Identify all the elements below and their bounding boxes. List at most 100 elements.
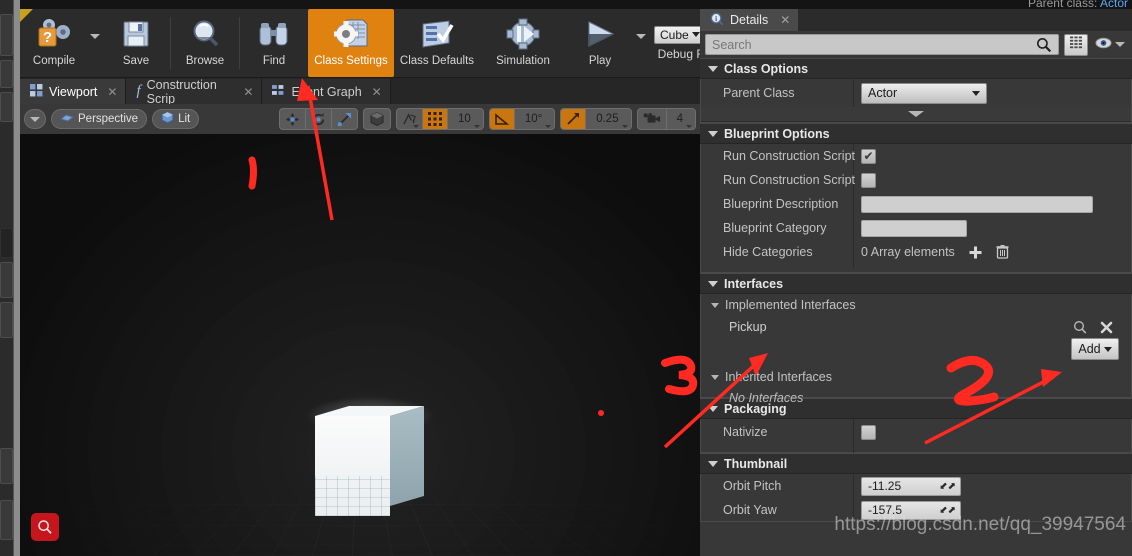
spinner-icon[interactable]: ⬋⬈ [939,505,956,516]
section-class-options-title: Class Options [724,61,809,76]
world-space-cube-icon[interactable] [364,109,390,129]
event-graph-icon [272,84,285,100]
add-interface-button[interactable]: Add [1071,338,1119,360]
close-icon[interactable]: ✕ [107,85,117,99]
expand-triangle-icon [711,374,719,380]
tab-construction-script[interactable]: f Construction Scrip ✕ [126,79,263,104]
class-defaults-button[interactable]: Class Defaults [394,9,480,77]
graph-tab-bar: Viewport ✕ f Construction Scrip ✕ Event … [20,78,700,104]
camera-speed-value[interactable]: 4 [667,109,695,129]
class-options-expander[interactable] [701,107,1131,122]
browse-button-label: Browse [185,55,225,67]
trash-icon[interactable] [996,245,1009,259]
rail-stub[interactable] [0,500,13,540]
rail-stub[interactable] [0,60,13,88]
move-tool-icon[interactable] [280,109,307,129]
details-search-box[interactable] [705,34,1059,55]
row-nativize: Nativize [701,419,1131,445]
details-panel: i Details ✕ Search Class Options Parent … [700,9,1132,556]
view-mode-button[interactable]: Lit [152,109,200,129]
run-construction-script-instance-checkbox[interactable] [861,172,876,188]
lit-cube-icon [161,111,174,127]
scale-snap-value[interactable]: 0.25 [586,109,630,129]
toolbar-group-class: Class Settings Class Defaults [308,9,480,77]
chevron-down-icon [1115,42,1125,47]
camera-mode-button[interactable]: Perspective [51,109,148,129]
close-icon[interactable]: ✕ [372,85,382,99]
parent-class-combo[interactable]: Actor [861,82,987,104]
rail-stub[interactable] [0,14,13,56]
save-button[interactable]: Save [102,9,170,77]
camera-speed-icon[interactable] [638,109,667,129]
inherited-interfaces-title: Inherited Interfaces [725,370,833,384]
row-run-construction-script-editor: Run Construction Script o ✔ [701,144,1131,168]
surface-snap-icon[interactable] [397,109,424,129]
close-icon[interactable]: ✕ [243,85,253,99]
search-icon[interactable] [1036,37,1052,53]
grid-snap-value[interactable]: 10 [448,109,483,129]
expand-triangle-icon [708,460,718,467]
play-dropdown-arrow[interactable] [634,33,648,53]
section-interfaces[interactable]: Interfaces [700,273,1132,294]
tab-details[interactable]: i Details ✕ [700,9,799,31]
chevron-down-icon [545,125,552,128]
class-settings-button[interactable]: Class Settings [308,9,394,77]
close-x-icon[interactable] [1100,320,1113,335]
search-input[interactable] [712,37,1036,52]
spinner-icon[interactable]: ⬋⬈ [939,481,956,492]
blueprint-3d-viewport[interactable] [20,134,700,556]
section-class-options[interactable]: Class Options [700,58,1132,79]
angle-snap-icon[interactable] [489,109,515,129]
rotate-tool-icon[interactable] [306,109,333,129]
plus-icon[interactable] [969,246,982,259]
viewport-menu-button[interactable] [24,109,46,129]
grid-snap-group: 10 [396,108,484,130]
browse-button[interactable]: Browse [171,9,239,77]
orbit-yaw-input[interactable]: -157.5 ⬋⬈ [861,500,961,520]
play-button[interactable]: Play [566,9,634,77]
section-thumbnail[interactable]: Thumbnail [700,453,1132,474]
scale-snap-icon[interactable] [561,109,587,129]
nativize-checkbox[interactable] [861,424,876,440]
magnifier-icon [189,15,221,53]
blueprint-description-input[interactable] [861,195,1093,213]
rail-stub[interactable] [0,92,13,122]
inherited-interfaces-header[interactable]: Inherited Interfaces [701,366,1131,388]
blueprint-options-body: Run Construction Script o ✔ Run Construc… [700,144,1132,273]
magnifier-icon[interactable] [1073,320,1088,335]
visibility-dropdown-button[interactable] [1093,36,1127,54]
find-button[interactable]: Find [240,9,308,77]
implemented-interfaces-header[interactable]: Implemented Interfaces [701,294,1131,316]
viewport-search-overlay-button[interactable] [31,513,59,541]
simulation-button[interactable]: Simulation [480,9,566,77]
toolbar-group-file: Save Browse Find [102,9,308,77]
tab-viewport[interactable]: Viewport ✕ [20,79,127,104]
rail-stub[interactable] [0,302,13,338]
orbit-pitch-input[interactable]: -11.25 ⬋⬈ [861,476,961,496]
run-construction-script-editor-checkbox[interactable]: ✔ [861,148,876,164]
interface-list-item[interactable]: Pickup [701,316,1131,338]
compile-dropdown-arrow[interactable] [88,33,102,53]
grid-view-button[interactable] [1064,33,1088,56]
scale-tool-icon[interactable] [332,109,357,129]
debug-filter-combo[interactable]: Cube [654,25,706,44]
close-icon[interactable]: ✕ [780,13,790,27]
rail-stub[interactable] [0,228,13,258]
tab-event-graph[interactable]: Event Graph ✕ [262,79,391,104]
viewport-grid-icon [30,83,43,100]
details-tab-strip: i Details ✕ [700,9,1132,31]
blueprint-description-label: Blueprint Description [723,197,839,211]
blueprint-category-input[interactable] [861,219,967,237]
coordinate-system-group [363,108,392,130]
details-info-icon: i [710,12,724,29]
section-blueprint-options[interactable]: Blueprint Options [700,123,1132,144]
transform-tools-group [279,108,359,130]
nativize-value [857,424,1131,440]
rail-stub[interactable] [0,262,13,298]
grid-snap-icon[interactable] [423,109,449,129]
function-f-icon: f [136,83,141,99]
camera-speed-group: 4 [636,108,696,130]
parent-class-row-label: Parent Class [723,86,795,100]
rotation-snap-value[interactable]: 10° [515,109,554,129]
rail-stub[interactable] [0,448,13,484]
